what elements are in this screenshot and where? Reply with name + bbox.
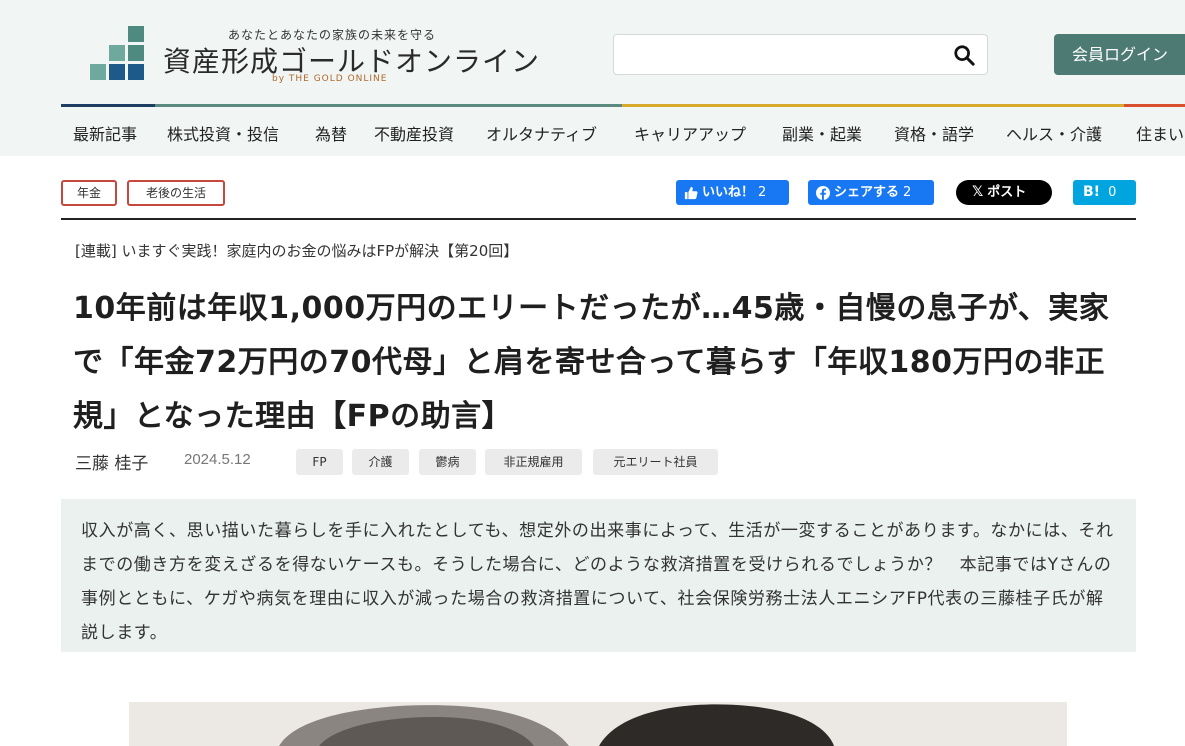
nav-item-career[interactable]: キャリアアップ — [634, 121, 746, 145]
nav-item-latest[interactable]: 最新記事 — [73, 121, 137, 145]
share-count: 2 — [903, 185, 912, 200]
article-hero-image — [129, 702, 1067, 746]
site-logo[interactable]: あなたとあなたの家族の未来を守る 資産形成ゴールドオンライン by THE GO… — [90, 26, 550, 86]
keyword-tag[interactable]: 元エリート社員 — [593, 449, 718, 475]
logo-byline: by THE GOLD ONLINE — [272, 74, 388, 84]
search-box — [613, 34, 988, 75]
divider — [61, 218, 1136, 220]
hatena-count: 0 — [1108, 185, 1117, 200]
hero-photo-graphic — [129, 702, 1067, 746]
nav-item-fx[interactable]: 為替 — [315, 121, 347, 145]
nav-item-license[interactable]: 資格・語学 — [894, 121, 974, 145]
search-input[interactable] — [622, 43, 942, 67]
nav-item-health[interactable]: ヘルス・介護 — [1006, 121, 1102, 145]
hatena-icon: B! — [1083, 184, 1101, 200]
site-header: あなたとあなたの家族の未来を守る 資産形成ゴールドオンライン by THE GO… — [0, 0, 1185, 156]
publish-date: 2024.5.12 — [184, 451, 251, 468]
lead-box: 収入が高く、思い描いた暮らしを手に入れたとしても、想定外の出来事によって、生活が… — [61, 499, 1136, 652]
article-title: 10年前は年収1,000万円のエリートだったが…45歳・自慢の息子が、実家で「年… — [73, 291, 1110, 434]
keyword-tag[interactable]: 鬱病 — [419, 449, 476, 475]
author-name[interactable]: 三藤 桂子 — [75, 449, 148, 474]
nav-item-stocks[interactable]: 株式投資・投信 — [167, 121, 279, 145]
nav-color-bar — [61, 104, 1185, 108]
share-label: シェアする — [834, 185, 900, 200]
login-button[interactable]: 会員ログイン — [1054, 34, 1185, 75]
nav-item-realestate[interactable]: 不動産投資 — [374, 121, 454, 145]
like-count: 2 — [758, 185, 767, 200]
x-post-button[interactable]: 𝕏 ポスト — [956, 180, 1052, 205]
series-label[interactable]: [連載] いますぐ実践！家庭内のお金の悩みはFPが解決【第20回】 — [75, 240, 518, 261]
like-button[interactable]: いいね！ 2 — [676, 180, 789, 205]
facebook-share-button[interactable]: シェアする 2 — [808, 180, 934, 205]
logo-mark-icon — [90, 26, 150, 82]
keyword-tag[interactable]: 非正規雇用 — [485, 449, 582, 475]
post-label: ポスト — [987, 185, 1027, 200]
nav-item-sidejob[interactable]: 副業・起業 — [782, 121, 862, 145]
search-icon[interactable] — [953, 44, 975, 66]
keyword-tag[interactable]: 介護 — [352, 449, 409, 475]
x-logo-icon: 𝕏 — [972, 184, 984, 200]
like-label: いいね！ — [702, 185, 755, 200]
hatena-bookmark-button[interactable]: B! 0 — [1073, 180, 1136, 205]
thumbs-up-icon — [684, 186, 698, 199]
nav-item-alternative[interactable]: オルタナティブ — [486, 121, 597, 145]
lead-text: 収入が高く、思い描いた暮らしを手に入れたとしても、想定外の出来事によって、生活が… — [81, 521, 1114, 643]
category-tag[interactable]: 老後の生活 — [127, 180, 225, 206]
facebook-icon — [816, 185, 830, 200]
keyword-tag[interactable]: FP — [296, 449, 343, 475]
category-tag[interactable]: 年金 — [61, 180, 117, 206]
nav-item-housing[interactable]: 住まい — [1136, 121, 1184, 145]
